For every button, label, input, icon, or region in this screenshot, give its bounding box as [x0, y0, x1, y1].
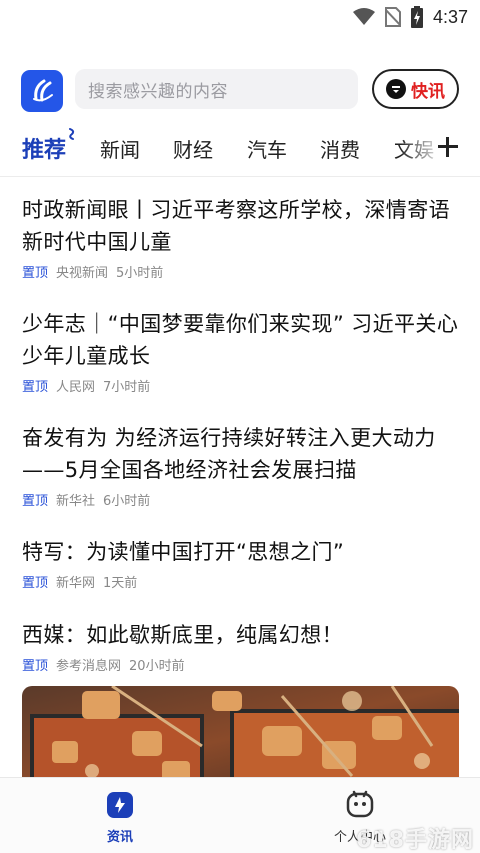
news-meta: 置顶 新华社 6小时前: [22, 490, 462, 509]
news-item[interactable]: 西媒：如此歇斯底里，纯属幻想！ 置顶 参考消息网 20小时前: [22, 619, 462, 674]
pin-badge: 置顶: [22, 659, 49, 674]
news-time: 6小时前: [103, 494, 151, 509]
kuaixun-button[interactable]: 快讯: [372, 69, 459, 109]
tab-recommend[interactable]: 推荐: [22, 132, 66, 164]
news-item[interactable]: 特写：为读懂中国打开“思想之门” 置顶 新华网 1天前: [22, 536, 462, 591]
news-item[interactable]: 奋发有为 为经济运行持续好转注入更大动力——5月全国各地经济社会发展扫描 置顶 …: [22, 422, 462, 509]
news-time: 1天前: [103, 576, 138, 591]
news-title: 西媒：如此歇斯底里，纯属幻想！: [22, 623, 343, 647]
profile-icon: [346, 790, 374, 818]
news-meta: 置顶 参考消息网 20小时前: [22, 655, 462, 674]
news-thumbnail-image[interactable]: [22, 686, 459, 786]
news-title: 时政新闻眼丨习近平考察这所学校，深情寄语新时代中国儿童: [22, 198, 450, 254]
news-title: 特写：为读懂中国打开“思想之门”: [22, 540, 345, 564]
pin-badge: 置顶: [22, 576, 49, 591]
news-meta: 置顶 新华网 1天前: [22, 572, 462, 591]
battery-charging-icon: [410, 6, 423, 28]
news-icon: [107, 792, 133, 818]
search-input[interactable]: 搜索感兴趣的内容: [75, 69, 358, 109]
news-source: 新华网: [56, 576, 96, 591]
wifi-icon: [352, 8, 375, 25]
pin-badge: 置顶: [22, 266, 49, 281]
kuaixun-label: 快讯: [411, 81, 445, 102]
no-sim-icon: [384, 7, 401, 27]
nav-news[interactable]: 资讯: [70, 790, 170, 845]
nav-news-label: 资讯: [106, 830, 133, 845]
news-time: 20小时前: [129, 659, 185, 674]
logo-icon: [33, 79, 53, 102]
tab-auto[interactable]: 汽车: [247, 134, 287, 163]
category-tabs: 推荐 新闻 财经 汽车 消费 文娱: [0, 128, 480, 172]
news-source: 人民网: [56, 380, 96, 395]
search-placeholder: 搜索感兴趣的内容: [88, 81, 228, 102]
news-source: 新华社: [56, 494, 96, 509]
top-header: 搜索感兴趣的内容 快讯: [0, 64, 480, 116]
tab-consumer[interactable]: 消费: [320, 134, 360, 163]
status-icons: 4:37: [352, 6, 468, 28]
app-logo[interactable]: [21, 70, 63, 112]
news-source: 参考消息网: [56, 659, 122, 674]
news-item[interactable]: 时政新闻眼丨习近平考察这所学校，深情寄语新时代中国儿童 置顶 央视新闻 5小时前: [22, 194, 462, 281]
news-source: 央视新闻: [56, 266, 109, 281]
news-title: 奋发有为 为经济运行持续好转注入更大动力——5月全国各地经济社会发展扫描: [22, 426, 436, 482]
tab-finance[interactable]: 财经: [173, 134, 213, 163]
tab-news[interactable]: 新闻: [100, 134, 140, 163]
news-time: 5小时前: [116, 266, 164, 281]
active-tab-mark-icon: [69, 128, 75, 140]
news-time: 7小时前: [103, 380, 151, 395]
add-channel-icon[interactable]: [438, 137, 458, 157]
news-meta: 置顶 央视新闻 5小时前: [22, 262, 462, 281]
clock: 4:37: [432, 6, 468, 27]
news-meta: 置顶 人民网 7小时前: [22, 376, 462, 395]
pin-badge: 置顶: [22, 380, 49, 395]
status-bar: 4:37: [0, 0, 480, 36]
pin-badge: 置顶: [22, 494, 49, 509]
watermark: 618手游网: [356, 828, 474, 853]
tabs-divider: [0, 176, 480, 177]
flash-news-icon: [386, 79, 406, 99]
news-item[interactable]: 少年志｜“中国梦要靠你们来实现” 习近平关心少年儿童成长 置顶 人民网 7小时前: [22, 308, 462, 395]
news-title: 少年志｜“中国梦要靠你们来实现” 习近平关心少年儿童成长: [22, 312, 459, 368]
food-photo: [22, 686, 459, 786]
